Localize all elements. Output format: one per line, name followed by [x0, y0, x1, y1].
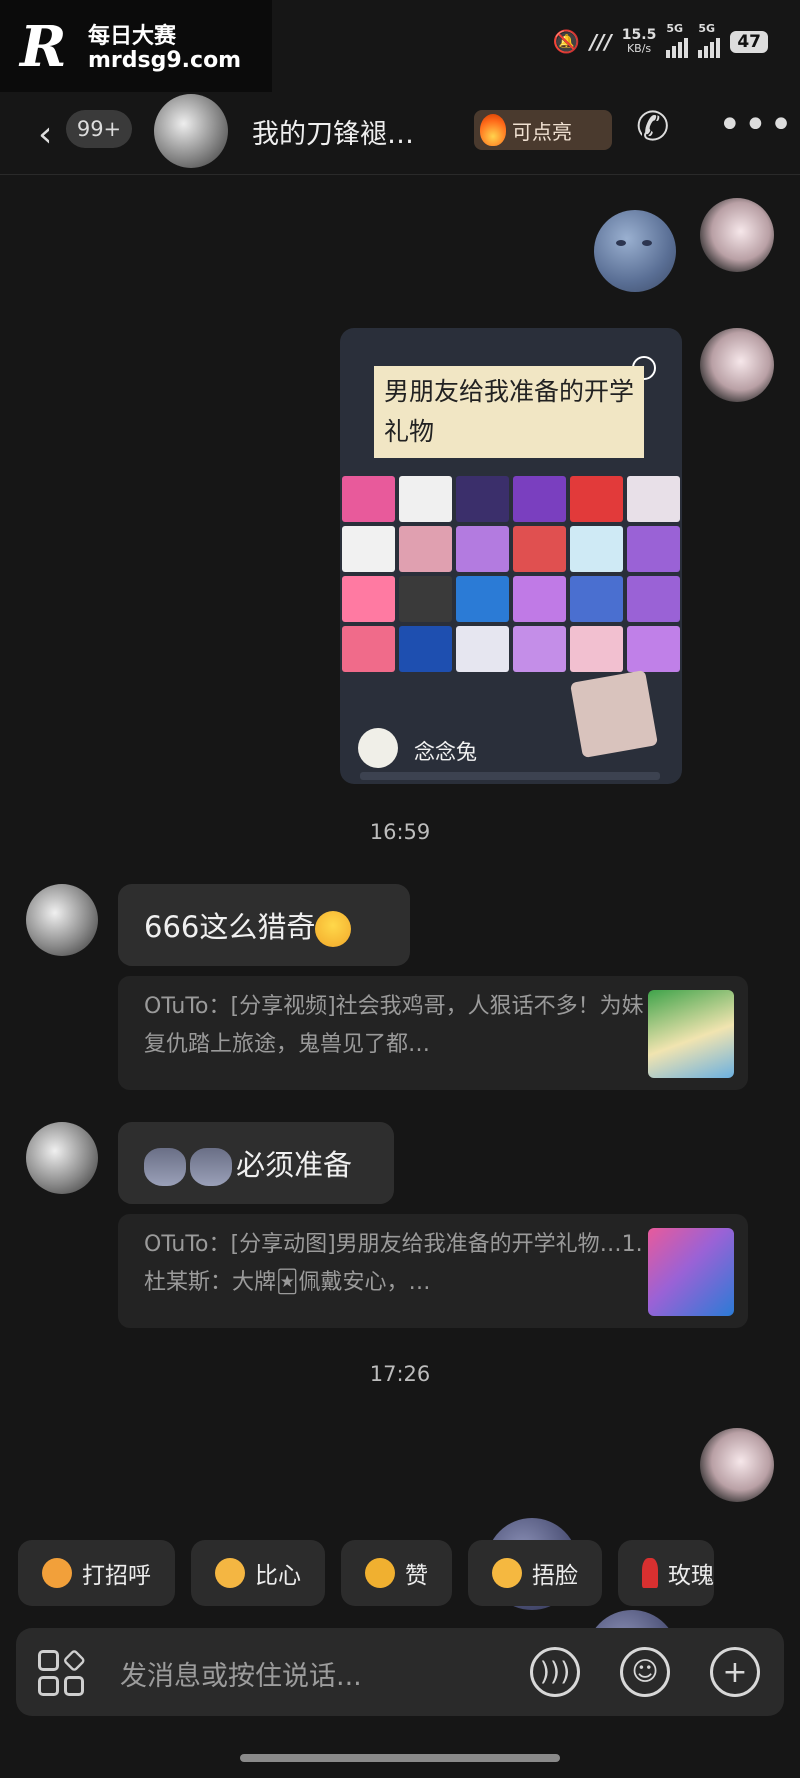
product-box: [342, 526, 395, 572]
spark-button[interactable]: 可点亮: [474, 110, 612, 150]
card-footer-text: [360, 772, 660, 780]
signal-icon: 5G: [666, 22, 689, 58]
quick-reply-heart[interactable]: 比心: [191, 1540, 325, 1606]
chat-title[interactable]: 我的刀锋褪…: [252, 112, 414, 151]
network-speed: 15.5 KB/s: [621, 27, 657, 55]
product-box: [627, 576, 680, 622]
card-note-text: 男朋友给我准备的开学礼物: [374, 366, 644, 458]
product-box: [456, 626, 509, 672]
thumbs-up-emoji-icon: [365, 1558, 395, 1588]
product-box: [570, 626, 623, 672]
product-box: [399, 526, 452, 572]
quoted-text: OTuTo：[分享动图]男朋友给我准备的开学礼物…1.杜某斯：大牌🃏佩戴安心，…: [144, 1232, 643, 1295]
timestamp: 16:59: [369, 820, 431, 844]
product-box: [342, 626, 395, 672]
facepalm-emoji-icon: [492, 1558, 522, 1588]
quick-reply-bar: 打招呼 比心 赞 捂脸 玫瑰: [18, 1540, 714, 1606]
product-box: [399, 626, 452, 672]
product-box: [627, 476, 680, 522]
product-box: [513, 576, 566, 622]
message-input[interactable]: 发消息或按住说话...: [120, 1654, 362, 1693]
product-box: [399, 576, 452, 622]
product-box: [513, 526, 566, 572]
back-icon[interactable]: ‹: [38, 114, 52, 155]
apps-grid-icon[interactable]: [38, 1648, 86, 1696]
video-thumbnail: [648, 990, 734, 1078]
message-bubble[interactable]: 必须准备: [118, 1122, 394, 1204]
emoji-icon[interactable]: ☺: [620, 1647, 670, 1697]
gif-thumbnail: [648, 1228, 734, 1316]
moon-emoji-sticker[interactable]: [594, 210, 676, 292]
phone-icon[interactable]: ✆: [636, 104, 670, 150]
product-box: [342, 476, 395, 522]
quick-reply-greet[interactable]: 打招呼: [18, 1540, 175, 1606]
card-author-name: 念念兔: [414, 740, 477, 764]
signal-icon: 5G: [698, 22, 721, 58]
voice-icon[interactable]: ))): [530, 1647, 580, 1697]
spark-label: 可点亮: [512, 119, 572, 144]
product-box: [627, 526, 680, 572]
product-box: [627, 626, 680, 672]
flame-icon: [480, 114, 506, 146]
product-box: [399, 476, 452, 522]
finger-heart-emoji-icon: [215, 1558, 245, 1588]
mute-icon: 🔕: [552, 29, 580, 55]
rose-emoji-icon: [642, 1558, 658, 1588]
self-avatar[interactable]: [700, 328, 774, 402]
message-bubble[interactable]: 666这么猎奇: [118, 884, 410, 966]
card-baby-photo: [569, 669, 659, 759]
product-box: [570, 576, 623, 622]
quoted-message[interactable]: OTuTo：[分享视频]社会我鸡哥，人狠话不多！为妹复仇踏上旅途，鬼兽见了都…: [118, 976, 748, 1090]
chat-header: ‹ 99+ 我的刀锋褪… 可点亮 ✆ •••: [0, 88, 800, 175]
message-text: 必须准备: [236, 1148, 353, 1182]
timestamp: 17:26: [369, 1362, 431, 1386]
nfc-icon: ///: [589, 30, 612, 54]
product-box: [456, 576, 509, 622]
product-box: [456, 476, 509, 522]
self-avatar[interactable]: [700, 1428, 774, 1502]
status-indicators: 🔕 /// 15.5 KB/s 5G 5G 47: [552, 22, 768, 58]
product-box: [570, 526, 623, 572]
product-boxes-image: [340, 474, 682, 704]
product-box: [513, 626, 566, 672]
plus-icon[interactable]: +: [710, 1647, 760, 1697]
contact-message-avatar[interactable]: [26, 1122, 98, 1194]
quick-reply-facepalm[interactable]: 捂脸: [468, 1540, 602, 1606]
product-box: [456, 526, 509, 572]
quick-reply-rose[interactable]: 玫瑰: [618, 1540, 714, 1606]
quick-reply-like[interactable]: 赞: [341, 1540, 452, 1606]
unread-badge[interactable]: 99+: [66, 110, 132, 148]
crying-laughing-emoji: [315, 911, 352, 947]
battery-indicator: 47: [730, 31, 768, 53]
home-indicator[interactable]: [240, 1754, 560, 1762]
quoted-message[interactable]: OTuTo：[分享动图]男朋友给我准备的开学礼物…1.杜某斯：大牌🃏佩戴安心，…: [118, 1214, 748, 1328]
contact-message-avatar[interactable]: [26, 884, 98, 956]
wave-emoji-icon: [42, 1558, 72, 1588]
product-box: [342, 576, 395, 622]
shared-video-card[interactable]: 男朋友给我准备的开学礼物 念念兔: [340, 328, 682, 784]
watermark-logo: R: [20, 14, 67, 80]
more-icon[interactable]: •••: [718, 102, 795, 148]
watermark-site-name: 每日大赛: [88, 24, 177, 49]
self-avatar[interactable]: [700, 198, 774, 272]
cat-emoji: [144, 1148, 186, 1186]
cat-emoji: [190, 1148, 232, 1186]
watermark-url: mrdsg9.com: [88, 48, 242, 73]
message-input-bar: 发消息或按住说话... ))) ☺ +: [16, 1628, 784, 1716]
contact-avatar[interactable]: [154, 94, 228, 168]
watermark: R 每日大赛 mrdsg9.com: [0, 0, 272, 92]
card-author-avatar: [358, 728, 398, 768]
product-box: [513, 476, 566, 522]
status-bar: R 每日大赛 mrdsg9.com 🔕 /// 15.5 KB/s 5G 5G …: [0, 0, 800, 92]
product-box: [570, 476, 623, 522]
message-text: 666这么猎奇: [144, 910, 316, 944]
quoted-text: OTuTo：[分享视频]社会我鸡哥，人狠话不多！为妹复仇踏上旅途，鬼兽见了都…: [144, 994, 644, 1057]
